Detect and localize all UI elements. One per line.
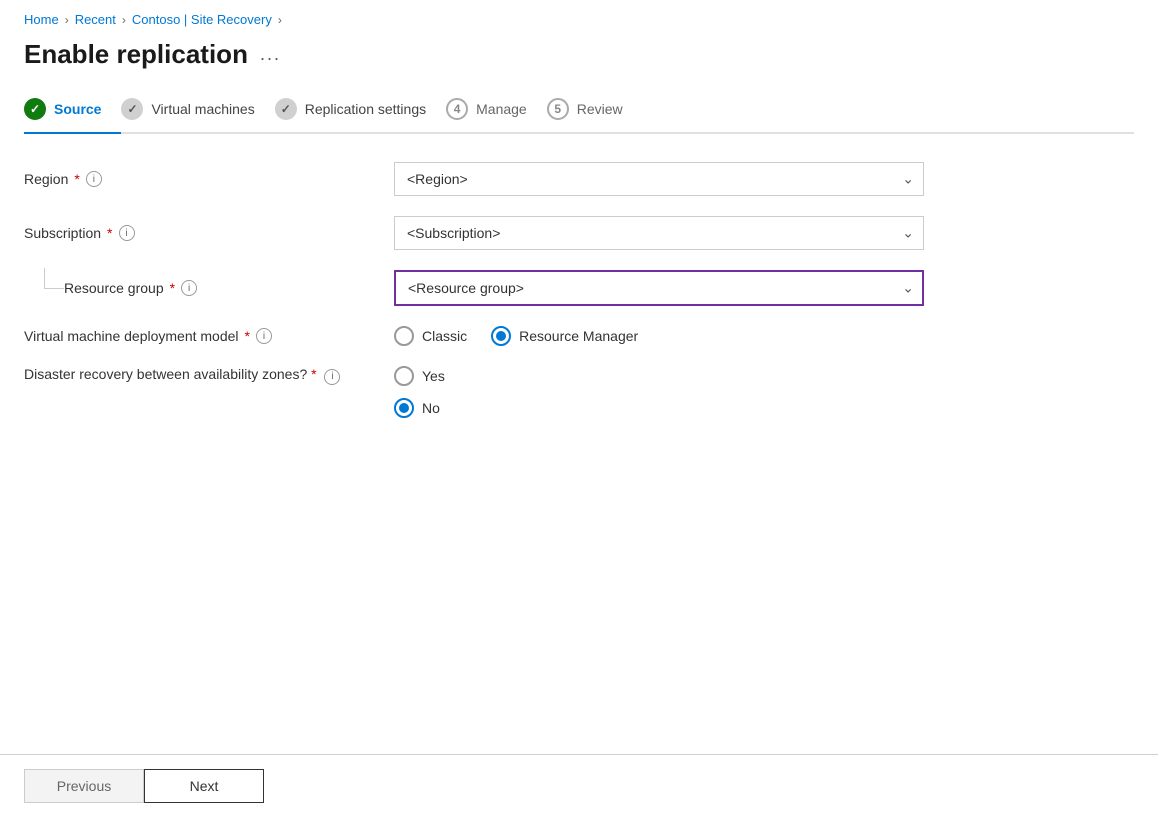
subscription-select[interactable]: <Subscription> [394,216,924,250]
disaster-recovery-control: Yes No [394,366,924,418]
resource-group-label: Resource group * i [64,280,394,296]
disaster-no-radio [394,398,414,418]
page-title: Enable replication [24,39,248,70]
resource-group-info-icon[interactable]: i [181,280,197,296]
deployment-classic-label: Classic [422,328,467,344]
subscription-label: Subscription * i [24,225,394,241]
disaster-yes-label: Yes [422,368,445,384]
step-vm-icon: ✓ [121,98,143,120]
subscription-required: * [107,225,112,241]
subscription-info-icon[interactable]: i [119,225,135,241]
step-review[interactable]: 5 Review [547,90,643,132]
step-source[interactable]: ✓ Source [24,90,121,132]
disaster-no-option[interactable]: No [394,398,924,418]
disaster-yes-option[interactable]: Yes [394,366,924,386]
breadcrumb-sep-2: › [122,13,126,27]
next-button[interactable]: Next [144,769,264,803]
breadcrumb-sep-3: › [278,13,282,27]
disaster-recovery-radio-group: Yes No [394,366,924,418]
step-source-label: Source [54,101,101,117]
disaster-recovery-label-text: Disaster recovery between availability z… [24,366,394,385]
more-options-button[interactable]: ... [260,44,281,65]
deployment-classic-radio [394,326,414,346]
page-title-row: Enable replication ... [0,35,1158,90]
region-required: * [74,171,79,187]
disaster-recovery-required: * [311,366,316,382]
form-section: Region * i <Region> ⌄ Subscription * i [24,162,924,418]
deployment-rm-option[interactable]: Resource Manager [491,326,638,346]
region-select[interactable]: <Region> [394,162,924,196]
resource-group-row: Resource group * i <Resource group> ⌄ [24,270,924,306]
deployment-rm-radio [491,326,511,346]
region-control: <Region> ⌄ [394,162,924,196]
subscription-select-wrapper: <Subscription> ⌄ [394,216,924,250]
footer: Previous Next [0,754,1158,817]
resource-group-select[interactable]: <Resource group> [394,270,924,306]
disaster-recovery-row: Disaster recovery between availability z… [24,366,924,418]
deployment-model-row: Virtual machine deployment model * i Cla… [24,326,924,346]
region-info-icon[interactable]: i [86,171,102,187]
resource-group-select-wrapper: <Resource group> ⌄ [394,270,924,306]
deployment-model-required: * [245,328,250,344]
deployment-model-control: Classic Resource Manager [394,326,924,346]
breadcrumb-contoso-site-recovery[interactable]: Contoso | Site Recovery [132,12,272,27]
previous-button[interactable]: Previous [24,769,144,803]
disaster-recovery-label: Disaster recovery between availability z… [24,366,394,385]
step-review-label: Review [577,101,623,117]
step-manage-icon: 4 [446,98,468,120]
resource-group-control: <Resource group> ⌄ [394,270,924,306]
region-row: Region * i <Region> ⌄ [24,162,924,196]
subscription-control: <Subscription> ⌄ [394,216,924,250]
deployment-classic-option[interactable]: Classic [394,326,467,346]
step-rep-label: Replication settings [305,101,426,117]
deployment-model-label: Virtual machine deployment model * i [24,328,394,344]
region-label: Region * i [24,171,394,187]
resource-group-required: * [170,280,175,296]
step-vm-label: Virtual machines [151,101,254,117]
step-manage-label: Manage [476,101,527,117]
step-virtual-machines[interactable]: ✓ Virtual machines [121,90,274,132]
deployment-model-radio-group: Classic Resource Manager [394,326,924,346]
step-manage[interactable]: 4 Manage [446,90,547,132]
disaster-recovery-info-icon[interactable]: i [324,369,340,385]
disaster-yes-radio [394,366,414,386]
breadcrumb: Home › Recent › Contoso | Site Recovery … [0,0,1158,35]
breadcrumb-recent[interactable]: Recent [75,12,116,27]
step-rep-icon: ✓ [275,98,297,120]
step-review-icon: 5 [547,98,569,120]
deployment-model-info-icon[interactable]: i [256,328,272,344]
breadcrumb-sep-1: › [65,13,69,27]
disaster-no-label: No [422,400,440,416]
region-select-wrapper: <Region> ⌄ [394,162,924,196]
wizard-steps: ✓ Source ✓ Virtual machines ✓ Replicatio… [24,90,1134,134]
step-source-icon: ✓ [24,98,46,120]
subscription-row: Subscription * i <Subscription> ⌄ [24,216,924,250]
step-replication-settings[interactable]: ✓ Replication settings [275,90,446,132]
deployment-rm-label: Resource Manager [519,328,638,344]
breadcrumb-home[interactable]: Home [24,12,59,27]
